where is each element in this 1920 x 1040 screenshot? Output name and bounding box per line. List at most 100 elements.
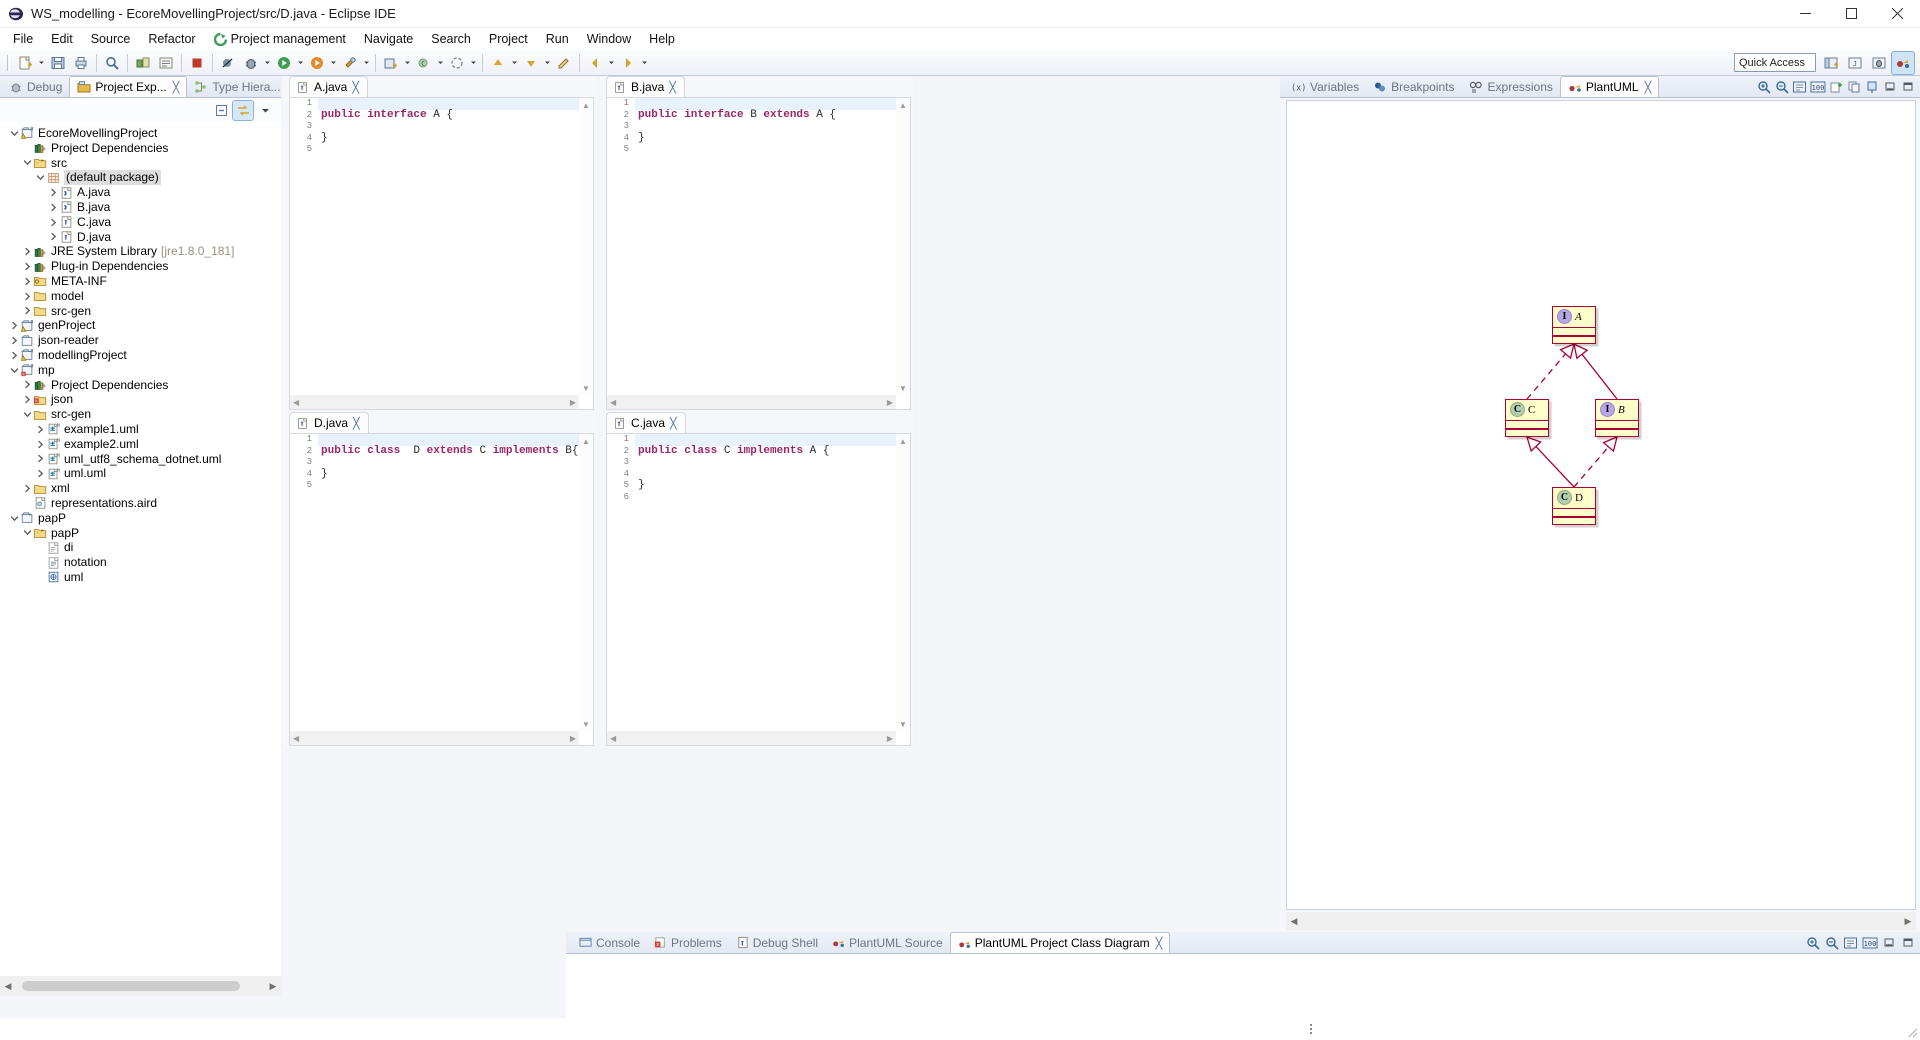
run-button[interactable] [273,52,295,74]
tree-item-papp[interactable]: papP [0,526,281,541]
next-annotation-dropdown[interactable] [543,52,552,74]
tree-item-genproject[interactable]: MgenProject [0,318,281,333]
view-maximize-button[interactable] [1899,934,1916,951]
menu-file[interactable]: File [4,30,42,48]
scroll-right-icon[interactable]: ▶ [1900,911,1916,931]
tree-item-meta-inf[interactable]: META-INF [0,274,281,289]
tree-item-model[interactable]: model [0,289,281,304]
scroll-right-icon[interactable]: ▶ [265,976,281,996]
tree-item-xml[interactable]: xml [0,481,281,496]
new-class-dropdown[interactable] [436,52,445,74]
back-dropdown[interactable] [607,52,616,74]
menu-search[interactable]: Search [422,30,480,48]
chevron-right-icon[interactable] [21,247,33,256]
editor-body[interactable]: 123456 public class C implements A { } ▲… [606,433,911,746]
previous-annotation-button[interactable] [487,52,509,74]
chevron-right-icon[interactable] [34,469,46,478]
bottom-tab-debug-shell[interactable]: Debug Shell [729,932,825,953]
chevron-right-icon[interactable] [21,484,33,493]
hscroll-track[interactable] [1302,911,1900,931]
menu-window[interactable]: Window [578,30,640,48]
tree-item-uml-utf8-schema-dotnet-uml[interactable]: Muml_utf8_schema_dotnet.uml [0,452,281,467]
plantuml-diagram-canvas[interactable]: IACCIBCD [1286,100,1916,910]
quick-access-input[interactable]: Quick Access [1734,53,1816,72]
open-type-button[interactable] [155,52,177,74]
tree-item-plug-in-dependencies[interactable]: Plug-in Dependencies [0,259,281,274]
zoom-in-button[interactable] [1804,934,1821,951]
code-text[interactable]: public class C implements A { } [635,434,896,731]
chevron-down-icon[interactable] [21,528,33,537]
scroll-left-icon[interactable]: ◀ [0,976,16,996]
bottom-tab-plantuml-source[interactable]: PlantUML Source [825,932,950,953]
run-dropdown[interactable] [296,52,305,74]
tree-item-project-dependencies[interactable]: Project Dependencies [0,141,281,156]
tree-item-src-gen[interactable]: src-gen [0,407,281,422]
tree-item-json[interactable]: x json [0,392,281,407]
tree-item-modellingproject[interactable]: MmodellingProject [0,348,281,363]
coverage-button[interactable] [306,52,328,74]
original-size-button[interactable]: 100 [1809,78,1826,95]
view-minimize-button[interactable] [1881,78,1898,95]
editor-vscrollbar[interactable]: ▲ ▼ [896,98,910,395]
minimize-button[interactable] [1782,0,1828,28]
back-button[interactable] [584,52,606,74]
scroll-right-icon[interactable]: ▶ [887,734,893,743]
next-annotation-button[interactable] [520,52,542,74]
tree-item-jre-system-library[interactable]: JRE System Library [jre1.8.0_181] [0,244,281,259]
chevron-down-icon[interactable] [8,366,20,375]
copy-button[interactable] [1845,78,1862,95]
search-button[interactable] [101,52,123,74]
forward-button[interactable] [617,52,639,74]
fit-page-button[interactable] [1791,78,1808,95]
maximize-button[interactable] [1828,0,1874,28]
close-button[interactable] [1874,0,1920,28]
chevron-down-icon[interactable] [8,129,20,138]
chevron-down-icon[interactable] [21,410,33,419]
open-task-button[interactable] [446,52,468,74]
tree-item-mp[interactable]: Mx mp [0,363,281,378]
bottom-tab-problems[interactable]: x Problems [647,932,729,953]
scroll-down-icon[interactable]: ▼ [579,717,593,731]
java-perspective-button[interactable]: J [1844,52,1866,74]
close-icon[interactable]: ╳ [1156,937,1163,950]
tree-item-src[interactable]: src [0,156,281,171]
tab-debug[interactable]: Debug [2,76,69,97]
editor-tab-b-java[interactable]: B.java ╳ [606,76,685,97]
scroll-left-icon[interactable]: ◀ [293,734,299,743]
collapse-all-button[interactable] [211,101,231,120]
chevron-right-icon[interactable] [47,188,59,197]
tree-item-src-gen[interactable]: src-gen [0,304,281,319]
editor-body[interactable]: 12345 public class D extends C implement… [289,433,594,746]
tree-item-project-dependencies[interactable]: Project Dependencies [0,378,281,393]
new-java-project-dropdown[interactable] [403,52,412,74]
debug-dropdown[interactable] [263,52,272,74]
menu-project[interactable]: Project [480,30,537,48]
chevron-right-icon[interactable] [21,277,33,286]
view-menu-button[interactable] [255,101,275,120]
editor-vscrollbar[interactable]: ▲ ▼ [579,434,593,731]
external-tools-button[interactable] [339,52,361,74]
scroll-up-icon[interactable]: ▲ [896,98,910,112]
new-wizard-dropdown[interactable] [37,52,46,74]
scroll-down-icon[interactable]: ▼ [579,381,593,395]
scroll-down-icon[interactable]: ▼ [896,717,910,731]
chevron-right-icon[interactable] [8,351,20,360]
editor-hscrollbar[interactable]: ◀ ▶ [607,731,896,745]
terminate-button[interactable] [186,52,208,74]
debug-perspective-button[interactable] [1868,52,1890,74]
tree-item-di[interactable]: di [0,540,281,555]
uml-node-B[interactable]: IB [1595,399,1639,437]
tree-item-representations-aird[interactable]: representations.aird [0,496,281,511]
hscroll-thumb[interactable] [22,981,240,991]
close-icon[interactable]: ╳ [353,417,360,430]
chevron-right-icon[interactable] [21,292,33,301]
scroll-right-icon[interactable]: ▶ [887,398,893,407]
coverage-dropdown[interactable] [329,52,338,74]
debug-button[interactable] [240,52,262,74]
resize-grip-icon[interactable] [1906,1026,1918,1038]
scroll-up-icon[interactable]: ▲ [579,434,593,448]
build-all-button[interactable] [132,52,154,74]
editor-tab-a-java[interactable]: A.java ╳ [289,76,368,97]
project-tree[interactable]: M EcoreMovellingProject Project Dependenci… [0,122,281,996]
scroll-left-icon[interactable]: ◀ [610,734,616,743]
